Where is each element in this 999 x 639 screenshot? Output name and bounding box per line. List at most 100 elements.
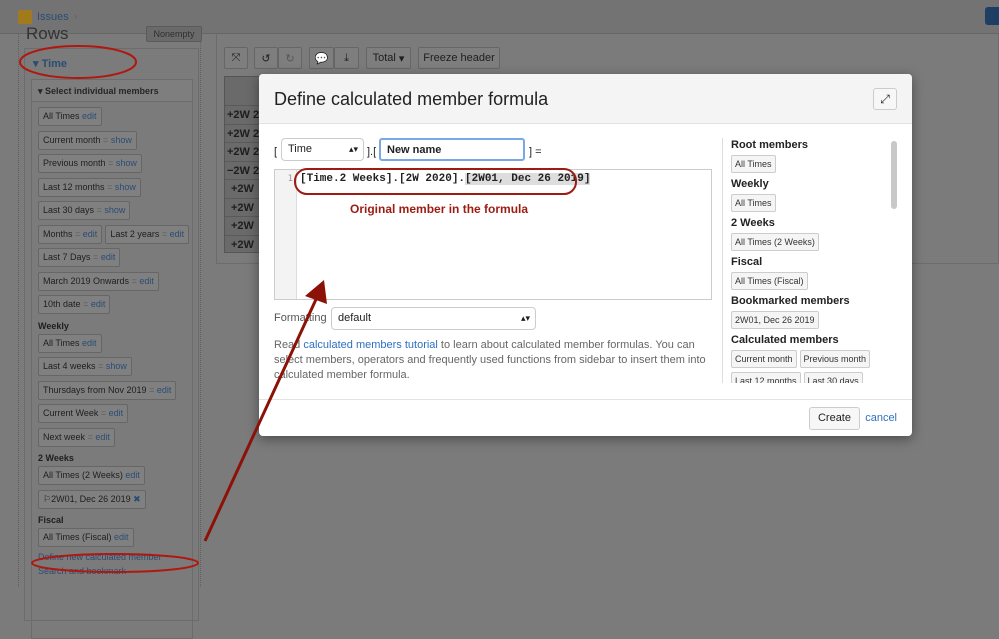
- member-chip[interactable]: Last 30 days = show: [38, 201, 131, 220]
- member-label: Previous month: [43, 158, 106, 168]
- total-dropdown[interactable]: Total ▾: [366, 47, 411, 69]
- sidebar-member-button[interactable]: All Times (Fiscal): [731, 272, 808, 290]
- sidebar-member-button[interactable]: All Times: [731, 194, 776, 212]
- member-list: All Times edit Current month = show Previo…: [38, 107, 193, 578]
- undo-button[interactable]: ↺: [254, 47, 278, 69]
- member-chip[interactable]: All Times (Fiscal) edit: [38, 528, 134, 547]
- select-members-header[interactable]: ▾ Select individual members: [32, 80, 192, 102]
- sidebar-section-title: Fiscal: [731, 256, 763, 268]
- member-action[interactable]: edit: [91, 299, 106, 309]
- member-chip[interactable]: Next week = edit: [38, 427, 115, 447]
- line-number: 1: [275, 170, 297, 299]
- formatting-label: Formatting: [274, 312, 327, 324]
- member-action[interactable]: edit: [157, 385, 172, 395]
- time-dimension-toggle[interactable]: ▾ Time: [33, 57, 67, 70]
- member-action[interactable]: edit: [83, 229, 98, 239]
- member-chip[interactable]: All Times edit: [38, 107, 102, 126]
- sidebar-member-button[interactable]: 2W01, Dec 26 2019: [731, 311, 819, 329]
- sidebar-scrollbar[interactable]: [891, 141, 897, 209]
- member-action[interactable]: edit: [170, 229, 185, 239]
- member-action[interactable]: show: [104, 205, 125, 215]
- sidebar-section-title: 2 Weeks: [731, 217, 775, 229]
- member-chip[interactable]: 10th date = edit: [38, 295, 111, 314]
- cancel-link[interactable]: cancel: [865, 412, 897, 424]
- member-action[interactable]: show: [116, 158, 137, 168]
- formatting-select[interactable]: default ▴▾: [331, 307, 536, 330]
- dialog-footer: Create cancel: [259, 399, 912, 436]
- member-action[interactable]: show: [115, 182, 136, 192]
- save-icon[interactable]: [985, 7, 999, 25]
- redo-button[interactable]: ↻: [278, 47, 302, 69]
- member-action[interactable]: edit: [114, 532, 129, 542]
- tutorial-link[interactable]: calculated members tutorial: [303, 339, 438, 351]
- nonempty-button[interactable]: Nonempty: [146, 26, 202, 42]
- table-row-header[interactable]: +2W 2: [225, 123, 263, 143]
- member-label: All Times: [43, 337, 80, 348]
- member-action[interactable]: ✖: [133, 494, 141, 504]
- create-button[interactable]: Create: [808, 407, 860, 430]
- member-action[interactable]: show: [106, 361, 127, 371]
- comment-button[interactable]: 💬: [309, 47, 334, 69]
- table-row-header[interactable]: −2W 2: [225, 160, 263, 180]
- member-action[interactable]: edit: [82, 111, 97, 121]
- breadcrumb[interactable]: Issues ›: [18, 10, 77, 24]
- sidebar-section-title: Root members: [731, 139, 809, 151]
- sidebar-member-button[interactable]: Previous month: [799, 350, 871, 368]
- member-chip[interactable]: Current Week = edit: [38, 404, 129, 423]
- member-action[interactable]: edit: [95, 432, 110, 442]
- member-chip[interactable]: Last 4 weeks = show: [38, 357, 132, 376]
- member-label: Current month: [43, 134, 101, 145]
- member-action[interactable]: edit: [101, 252, 116, 262]
- table-row-header[interactable]: +2W: [225, 179, 263, 198]
- member-action[interactable]: edit: [125, 470, 140, 480]
- select-members-box: ▾ Select individual members All Times ed…: [31, 79, 193, 639]
- member-label: All Times (2 Weeks): [43, 470, 123, 480]
- search-bookmark-link[interactable]: Search and bookmark: [38, 564, 193, 578]
- member-chip[interactable]: Current month = show: [38, 130, 137, 150]
- sidebar-section-title: Calculated members: [731, 334, 839, 346]
- fullscreen-button[interactable]: ⤧: [224, 47, 248, 69]
- dimension-select[interactable]: Time ▴▾: [281, 138, 364, 161]
- member-chip[interactable]: ⚐2W01, Dec 26 2019 ✖: [38, 489, 146, 509]
- table-row-header[interactable]: +2W 2: [225, 142, 263, 161]
- member-label: All Times: [43, 111, 80, 121]
- group-heading: 2 Weeks: [38, 453, 74, 463]
- member-action[interactable]: edit: [82, 338, 97, 348]
- freeze-header-button[interactable]: Freeze header: [418, 47, 500, 69]
- table-row-header[interactable]: +2W: [225, 197, 263, 217]
- member-name-input[interactable]: [379, 138, 525, 161]
- define-calculated-member-link[interactable]: Define new calculated member: [38, 550, 193, 564]
- formula-member: [2W01, Dec 26 2019]: [465, 173, 591, 185]
- table-row-header[interactable]: +2W 2: [225, 105, 263, 124]
- member-action[interactable]: edit: [109, 408, 124, 418]
- sidebar-member-button[interactable]: All Times: [731, 155, 776, 173]
- member-label: Last 4 weeks: [43, 361, 96, 371]
- sidebar-member-button[interactable]: Current month: [731, 350, 797, 368]
- member-chip[interactable]: March 2019 Onwards = edit: [38, 271, 159, 291]
- help-text: Read calculated members tutorial to lear…: [274, 339, 706, 381]
- member-chip[interactable]: Previous month = show: [38, 154, 142, 173]
- expand-icon[interactable]: ⤢: [873, 88, 897, 110]
- sidebar-member-button[interactable]: Last 30 days: [803, 372, 863, 383]
- member-label: March 2019 Onwards: [43, 275, 130, 286]
- member-chip[interactable]: All Times (2 Weeks) edit: [38, 466, 145, 485]
- member-action[interactable]: edit: [139, 276, 154, 286]
- sidebar-member-button[interactable]: Last 12 months: [731, 372, 801, 383]
- member-label: Last 2 years: [110, 228, 160, 239]
- member-chip[interactable]: Last 7 Days = edit: [38, 248, 121, 267]
- member-chip[interactable]: Months = edit: [38, 224, 103, 244]
- download-button[interactable]: ⤓: [334, 47, 359, 69]
- breadcrumb-issues[interactable]: Issues: [37, 11, 69, 23]
- member-chip[interactable]: Thursdays from Nov 2019 = edit: [38, 380, 177, 400]
- member-action[interactable]: show: [111, 135, 132, 145]
- table-row-header[interactable]: +2W: [225, 234, 263, 254]
- table-row-header[interactable]: +2W: [225, 216, 263, 235]
- member-chip[interactable]: Last 2 years = edit: [105, 224, 190, 244]
- equals-label: ] =: [529, 146, 542, 158]
- member-chip[interactable]: All Times edit: [38, 333, 102, 353]
- bracket: ].[: [367, 146, 377, 158]
- member-chip[interactable]: Last 12 months = show: [38, 177, 141, 197]
- sidebar-member-button[interactable]: All Times (2 Weeks): [731, 233, 819, 251]
- formula-editor[interactable]: 1 [Time.2 Weeks].[2W 2020].[2W01, Dec 26…: [274, 169, 712, 300]
- formula-text[interactable]: [Time.2 Weeks].[2W 2020].[2W01, Dec 26 2…: [300, 173, 591, 185]
